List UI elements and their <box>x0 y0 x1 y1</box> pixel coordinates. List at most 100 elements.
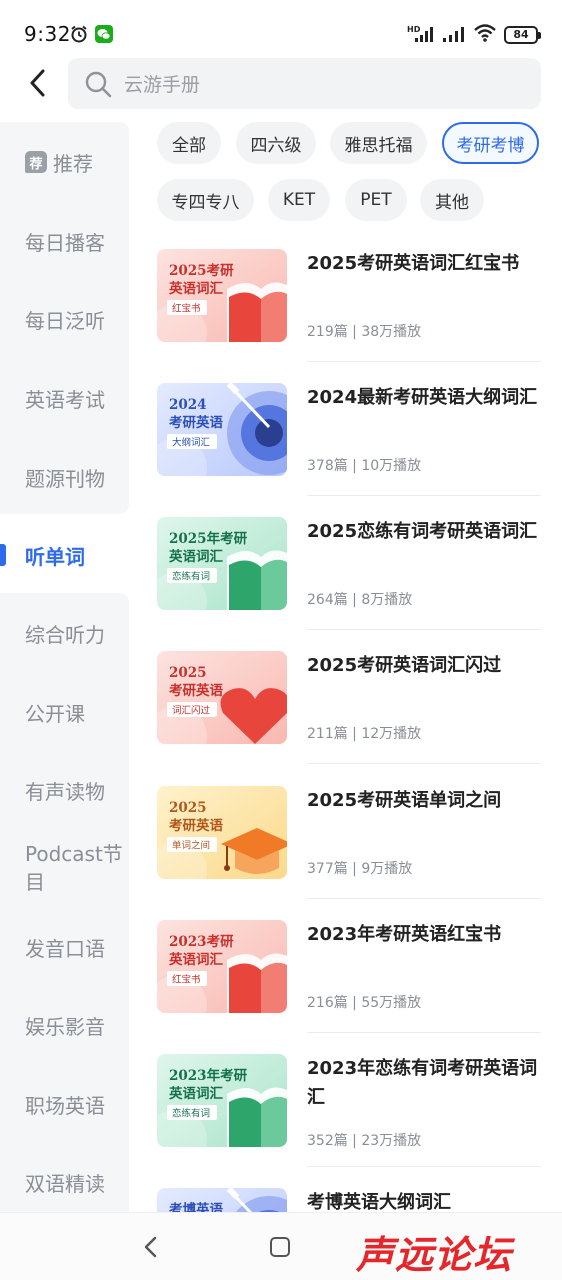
album-meta: 219篇 | 38万播放 <box>307 324 422 340</box>
divider <box>307 495 541 496</box>
sidebar-item[interactable]: 题源刊物 <box>0 442 129 512</box>
sidebar-item[interactable]: 综合听力 <box>0 598 129 668</box>
album-title: 2023年考研英语红宝书 <box>307 924 502 945</box>
cover-title-line: 2025年考研 <box>169 530 248 547</box>
status-bar: 9:32 HD 84 <box>0 0 562 58</box>
sidebar-item-label: 公开课 <box>25 701 85 726</box>
sidebar-item-label: 娱乐影音 <box>25 1014 105 1039</box>
filter-chip[interactable]: 全部 <box>157 122 221 164</box>
album-meta: 211篇 | 12万播放 <box>307 726 422 742</box>
cover-title-line: 2025考研 <box>169 262 234 279</box>
cover-title-line: 2024 <box>169 397 207 413</box>
sidebar-item[interactable]: 英语考试 <box>0 363 129 433</box>
album-item[interactable]: 2023年考研 英语词汇恋练有词 2023年恋练有词考研英语词汇 352篇 | 23万… <box>157 1054 541 1188</box>
sidebar-item-label: 英语考试 <box>25 387 105 412</box>
sidebar-item-label: 每日泛听 <box>25 308 105 333</box>
svg-text:HD: HD <box>407 25 421 34</box>
nav-home-icon[interactable] <box>270 1237 290 1257</box>
album-cover: 2025考研 英语词汇红宝书 <box>157 249 287 342</box>
cover-title-line: 2023年考研 <box>169 1067 248 1084</box>
nav-back-icon[interactable] <box>140 1235 162 1259</box>
category-sidebar: 荐推荐每日播客每日泛听英语考试题源刊物听单词综合听力公开课有声读物 Podcast… <box>0 122 129 1212</box>
album-title: 2025考研英语单词之间 <box>307 790 502 811</box>
album-cover: 2023年考研 英语词汇恋练有词 <box>157 1054 287 1147</box>
album-cover: 2025年考研 英语词汇恋练有词 <box>157 517 287 610</box>
sidebar-item[interactable]: 发音口语 <box>0 912 129 982</box>
album-title: 2025考研英语词汇闪过 <box>307 655 502 676</box>
sidebar-item-label: 每日播客 <box>25 230 105 255</box>
sidebar-item[interactable]: 荐推荐 <box>0 127 129 197</box>
filter-chip[interactable]: PET <box>345 179 407 221</box>
album-meta: 352篇 | 23万播放 <box>307 1133 422 1149</box>
sidebar-item[interactable]: 公开课 <box>0 677 129 747</box>
album-cover: 2025 考研英语单词之间 <box>157 786 287 879</box>
sidebar-item-label: Podcast节目 <box>25 842 123 894</box>
album-meta: 377篇 | 9万播放 <box>307 861 413 877</box>
divider <box>307 361 541 362</box>
hd-signal-icon: HD <box>407 23 435 47</box>
divider <box>307 1032 541 1033</box>
sidebar-item[interactable]: 职场英语 <box>0 1069 129 1139</box>
album-item[interactable]: 2025 考研英语 词汇闪过 2025考研英语词汇闪过 211篇 | 12万播放 <box>157 651 541 785</box>
album-meta: 264篇 | 8万播放 <box>307 592 413 608</box>
wechat-icon <box>95 25 113 43</box>
divider <box>307 1166 541 1167</box>
back-arrow-icon <box>30 69 45 97</box>
recommend-icon: 荐 <box>25 151 47 173</box>
filter-chip[interactable]: KET <box>268 179 330 221</box>
sidebar-item[interactable]: 听单词 <box>0 520 129 590</box>
sidebar-item-label: 双语精读 <box>25 1171 105 1196</box>
album-title: 2025考研英语词汇红宝书 <box>307 253 520 274</box>
album-title: 2024最新考研英语大纲词汇 <box>307 387 538 408</box>
cover-title-line: 英语词汇 <box>168 1085 223 1102</box>
filter-chip[interactable]: 其他 <box>420 179 484 221</box>
filter-chip[interactable]: 雅思托福 <box>330 122 427 164</box>
cover-tag: 词汇闪过 <box>172 705 211 717</box>
album-item[interactable]: 考博英语 考博英语大纲词汇 <box>157 1188 541 1280</box>
cover-title-line: 考研英语 <box>169 414 223 431</box>
album-cover: 2025 考研英语 词汇闪过 <box>157 651 287 744</box>
search-input[interactable]: 云游手册 <box>68 58 541 109</box>
filter-chip[interactable]: 考研考博 <box>442 122 539 164</box>
cover-title-line: 英语词汇 <box>168 951 223 968</box>
sidebar-item-label: 听单词 <box>25 544 85 569</box>
cover-tag: 单词之间 <box>172 840 210 852</box>
cover-tag: 恋练有词 <box>172 571 210 583</box>
cover-tag: 大纲词汇 <box>172 437 211 449</box>
sidebar-item-label: 综合听力 <box>25 622 105 647</box>
album-item[interactable]: 2025考研 英语词汇 红宝书 2025考研英语词汇红宝书 219篇 | 38万播放 <box>157 249 541 383</box>
cover-title-line: 考研英语 <box>169 682 223 699</box>
album-item[interactable]: 2025 考研英语 单词之间 2025考研英语单词之间 377篇 | 9万播放 <box>157 786 541 920</box>
alarm-icon <box>70 25 88 43</box>
cover-tag: 恋练有词 <box>172 1108 210 1120</box>
sidebar-item[interactable]: 每日泛听 <box>0 284 129 354</box>
album-meta: 378篇 | 10万播放 <box>307 458 422 474</box>
status-time: 9:32 <box>24 22 71 46</box>
cover-title-line: 考研英语 <box>169 817 223 834</box>
album-item[interactable]: 2023考研 英语词汇 红宝书 2023年考研英语红宝书 216篇 | 55万播放 <box>157 920 541 1054</box>
watermark-logo: 声远论坛 <box>356 1232 513 1277</box>
cover-title-line: 英语词汇 <box>168 548 223 565</box>
cover-title-line: 2025 <box>169 800 207 816</box>
sidebar-item[interactable]: 娱乐影音 <box>0 990 129 1060</box>
album-title: 2023年恋练有词考研英语词汇 <box>307 1058 538 1108</box>
cover-tag: 红宝书 <box>172 303 201 315</box>
back-button[interactable] <box>22 66 52 100</box>
sidebar-item[interactable]: 每日播客 <box>0 206 129 276</box>
filter-chip[interactable]: 专四专八 <box>157 179 254 221</box>
divider <box>307 898 541 899</box>
battery-icon: 84 <box>504 26 541 44</box>
divider <box>307 629 541 630</box>
filter-chip[interactable]: 四六级 <box>236 122 316 164</box>
album-item[interactable]: 2025年考研 英语词汇 恋练有词 2025恋练有词考研英语词汇 264篇 | 8万播放 <box>157 517 541 651</box>
album-item[interactable]: 2024 考研英语大纲词汇 2024最新考研英语大纲词汇 378篇 | 10万播放 <box>157 383 541 517</box>
divider <box>307 763 541 764</box>
album-cover: 2024 考研英语大纲词汇 <box>157 383 287 476</box>
status-icons: HD 84 <box>407 23 541 47</box>
sidebar-item[interactable]: Podcast节目 <box>0 833 129 903</box>
sidebar-item[interactable]: 有声读物 <box>0 755 129 825</box>
cover-tag: 红宝书 <box>172 974 201 986</box>
sidebar-item[interactable]: 双语精读 <box>0 1147 129 1217</box>
cover-title-line: 英语词汇 <box>168 280 223 297</box>
search-icon <box>84 70 112 98</box>
